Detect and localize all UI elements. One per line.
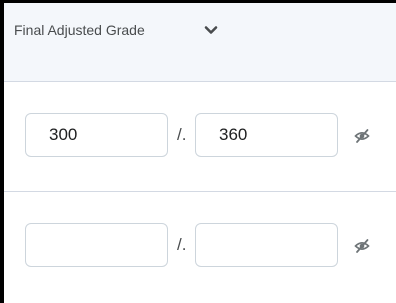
grade-row: /. bbox=[4, 82, 396, 192]
separator: /. bbox=[177, 235, 187, 254]
score-input[interactable] bbox=[25, 223, 168, 267]
grade-panel: Final Adjusted Grade /. /. bbox=[4, 3, 396, 303]
eye-slash-icon[interactable] bbox=[354, 128, 370, 144]
separator: /. bbox=[177, 125, 187, 144]
out-of-input[interactable] bbox=[195, 223, 338, 267]
chevron-down-icon[interactable] bbox=[203, 22, 219, 38]
score-input[interactable] bbox=[25, 113, 168, 157]
out-of-input[interactable] bbox=[195, 113, 338, 157]
column-title: Final Adjusted Grade bbox=[14, 22, 145, 38]
eye-slash-icon[interactable] bbox=[354, 238, 370, 254]
grade-row: /. bbox=[4, 192, 396, 302]
column-header: Final Adjusted Grade bbox=[4, 3, 396, 82]
